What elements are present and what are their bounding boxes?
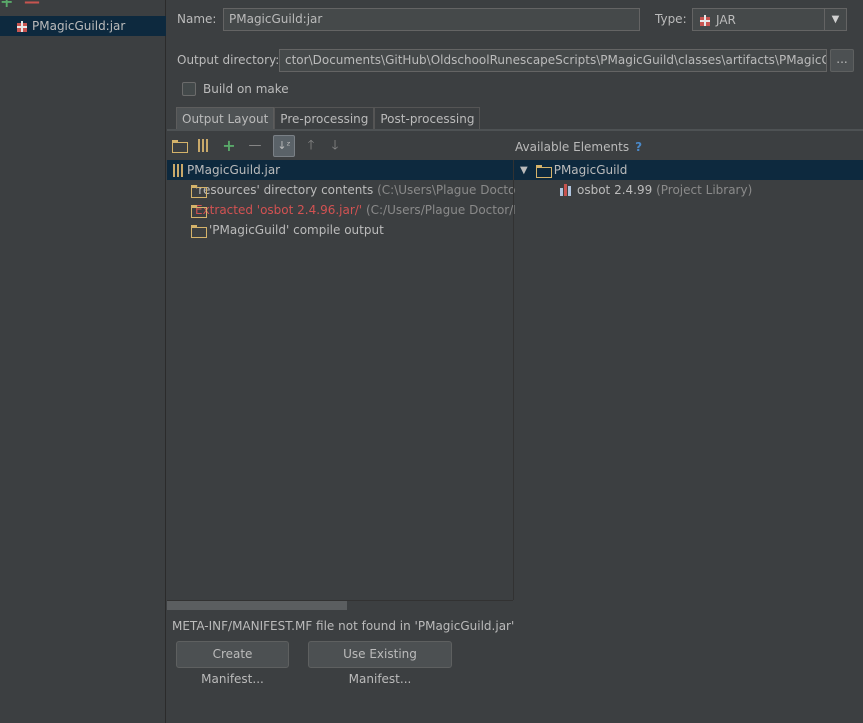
jar-type-icon <box>699 14 711 26</box>
create-manifest-button[interactable]: Create Manifest... <box>176 641 289 686</box>
available-elements-label: Available Elements <box>515 140 630 154</box>
artifacts-panel: + — PMagicGuild:jar <box>0 0 166 723</box>
library-detail: (Project Library) <box>656 183 753 197</box>
artifact-item-label: PMagicGuild:jar <box>32 19 126 33</box>
name-field[interactable]: PMagicGuild:jar <box>223 8 640 31</box>
build-on-make-checkbox[interactable] <box>182 82 196 96</box>
tree-item-label: Extracted 'osbot 2.4.96.jar/' <box>195 203 363 217</box>
artifacts-toolbar: + — <box>0 0 166 12</box>
module-folder-icon <box>535 164 552 178</box>
tab-post-processing[interactable]: Post-processing <box>374 107 481 130</box>
library-label: osbot 2.4.99 <box>577 183 653 197</box>
remove-element-icon[interactable]: — <box>247 138 263 154</box>
available-library-osbot[interactable]: osbot 2.4.99 (Project Library) <box>514 180 863 200</box>
tab-output-layout[interactable]: Output Layout <box>176 107 275 130</box>
compile-output-icon <box>191 224 207 238</box>
create-directory-icon[interactable] <box>171 138 188 154</box>
tree-item-compile-output[interactable]: 'PMagicGuild' compile output <box>167 220 515 240</box>
output-directory-label: Output directory: <box>177 53 280 67</box>
help-icon[interactable]: ? <box>635 140 642 154</box>
type-select[interactable]: JAR ▼ <box>692 8 847 31</box>
output-directory-field[interactable]: ctor\Documents\GitHub\OldschoolRunescape… <box>279 49 827 72</box>
jar-artifact-icon <box>16 20 28 32</box>
output-layout-tree: PMagicGuild.jar 'resources' directory co… <box>167 160 515 600</box>
expand-triangle-icon[interactable]: ▼ <box>520 165 528 176</box>
move-down-icon[interactable]: 🡓 <box>327 138 343 154</box>
type-value: JAR <box>716 12 736 27</box>
add-artifact-icon[interactable]: + <box>0 0 13 10</box>
browse-button[interactable]: ... <box>830 49 854 72</box>
artifact-settings: Name: PMagicGuild:jar Type: JAR ▼ Output… <box>167 0 863 723</box>
name-label: Name: <box>177 12 217 26</box>
tree-item-label: 'PMagicGuild' compile output <box>209 223 384 237</box>
tab-pre-processing[interactable]: Pre-processing <box>274 107 375 130</box>
manifest-missing-message: META-INF/MANIFEST.MF file not found in '… <box>172 619 515 633</box>
tree-item-detail: (C:/Users/Plague Doctor/Docu <box>365 203 515 217</box>
add-element-icon[interactable]: + <box>221 138 237 154</box>
tree-item-extracted-osbot[interactable]: Extracted 'osbot 2.4.96.jar/' (C:/Users/… <box>167 200 515 220</box>
tree-root-label: PMagicGuild.jar <box>187 163 281 177</box>
use-existing-manifest-button[interactable]: Use Existing Manifest... <box>308 641 452 686</box>
tabs-divider <box>167 129 863 131</box>
move-up-icon[interactable]: 🡑 <box>303 138 319 154</box>
type-label: Type: <box>655 12 687 26</box>
tree-item-detail: (C:\Users\Plague Doctor\Do <box>377 183 515 197</box>
create-archive-icon[interactable] <box>195 138 211 154</box>
layout-toolbar: + — ↓ᶻ 🡑 🡓 <box>167 134 515 160</box>
horizontal-scrollbar-thumb[interactable] <box>167 601 347 610</box>
tree-item-resources[interactable]: 'resources' directory contents (C:\Users… <box>167 180 515 200</box>
settings-tabs: Output Layout Pre-processing Post-proces… <box>176 107 481 130</box>
build-on-make-label[interactable]: Build on make <box>203 82 289 96</box>
jar-archive-icon <box>173 163 183 177</box>
tree-root-jar[interactable]: PMagicGuild.jar <box>167 160 515 180</box>
artifact-item-pmagicguild-jar[interactable]: PMagicGuild:jar <box>0 16 166 36</box>
sort-alphabetically-icon[interactable]: ↓ᶻ <box>273 135 295 157</box>
module-label: PMagicGuild <box>553 163 628 177</box>
remove-artifact-icon[interactable]: — <box>24 0 40 10</box>
available-elements-title: Available Elements? <box>515 140 642 154</box>
available-elements-tree: ▼ PMagicGuild osbot 2.4.99 (Project Libr… <box>513 160 863 600</box>
chevron-down-icon[interactable]: ▼ <box>824 9 846 30</box>
tree-item-label: 'resources' directory contents <box>195 183 374 197</box>
library-icon <box>560 184 573 196</box>
available-module-pmagicguild[interactable]: ▼ PMagicGuild <box>514 160 863 180</box>
